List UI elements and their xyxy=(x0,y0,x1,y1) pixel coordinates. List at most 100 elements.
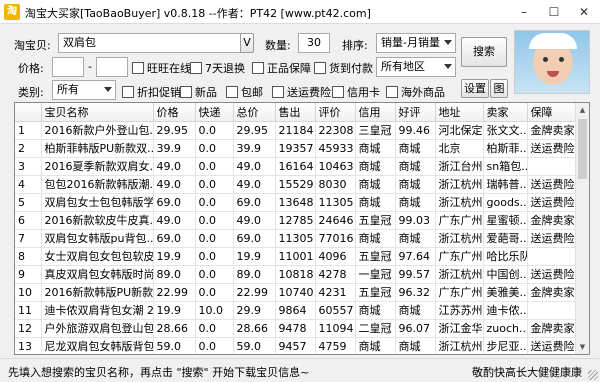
checkbox-new-product[interactable]: 新品 xyxy=(180,84,217,100)
table-cell: 0.0 xyxy=(195,247,234,266)
maximize-button[interactable]: ☐ xyxy=(538,0,570,24)
table-cell: 11094 xyxy=(315,319,356,338)
table-cell: 商城 xyxy=(395,337,436,354)
column-header[interactable]: 好评 xyxy=(395,103,436,122)
table-cell: 39.9 xyxy=(153,139,196,158)
checkbox-box[interactable] xyxy=(252,62,264,74)
table-cell: 送运费险 xyxy=(527,193,578,212)
resize-grip-icon[interactable] xyxy=(588,370,598,380)
checkbox-box[interactable] xyxy=(180,86,192,98)
checkbox-box[interactable] xyxy=(226,86,238,98)
table-cell: 15529 xyxy=(275,175,316,194)
table-row[interactable]: 12 户外旅游双肩包登山包... 28.66 0.0 28.66 9478 11094 二皇冠… xyxy=(15,319,578,338)
category-label: 类别: xyxy=(18,86,44,99)
checkbox-label: 送运费险 xyxy=(287,86,331,99)
checkbox-wangwang-online[interactable]: 旺旺在线 xyxy=(132,60,191,76)
table-cell: 浙江杭州 xyxy=(435,265,484,284)
checkbox-7day-return[interactable]: 7天退换 xyxy=(190,60,245,76)
keyword-input[interactable]: 双肩包 xyxy=(58,33,242,53)
checkbox-box[interactable] xyxy=(386,86,398,98)
table-cell: 0.0 xyxy=(195,211,234,230)
table-cell: 尼龙双肩包女韩版背包... xyxy=(41,337,154,354)
checkbox-genuine-guarantee[interactable]: 正品保障 xyxy=(252,60,311,76)
vertical-scrollbar[interactable]: ▲ ▼ xyxy=(575,103,589,354)
results-table[interactable]: 宝贝名称 价格 快递 总价 售出 评价 信用 好评 地址 卖家 保障 1 2016新款户外登山包...… xyxy=(14,102,590,355)
table-body: 1 2016新款户外登山包... 29.95 0.0 29.95 21184 22308 三皇… xyxy=(15,121,578,354)
table-cell: 19.9 xyxy=(153,301,196,320)
checkbox-cash-on-delivery[interactable]: 货到付款 xyxy=(314,60,373,76)
settings-button[interactable]: 设置 xyxy=(461,79,489,98)
checkbox-discount-promo[interactable]: 折扣促销 xyxy=(122,84,181,100)
column-header[interactable]: 保障 xyxy=(527,103,578,122)
price-max-input[interactable] xyxy=(96,57,128,77)
checkbox-box[interactable] xyxy=(332,86,344,98)
column-header[interactable]: 售出 xyxy=(275,103,316,122)
column-header[interactable]: 评价 xyxy=(315,103,356,122)
table-row[interactable]: 2 柏斯菲韩版PU新款双... 39.9 0.0 39.9 19357 45933 商城 商城北… xyxy=(15,139,578,158)
close-button[interactable]: ✕ xyxy=(568,0,600,24)
sort-select[interactable]: 销量-月销量 xyxy=(376,33,456,53)
column-header[interactable]: 信用 xyxy=(355,103,396,122)
table-row[interactable]: 5 双肩包女士包包韩版学... 69.0 0.0 69.0 13648 11305 商城 商城浙… xyxy=(15,193,578,212)
table-row[interactable]: 3 2016夏季新款双肩女... 49.0 0.0 49.0 16164 10463 商城 商城… xyxy=(15,157,578,176)
table-cell: 22.99 xyxy=(153,283,196,302)
checkbox-credit-card[interactable]: 信用卡 xyxy=(332,84,380,100)
table-cell: zuoch... xyxy=(483,319,528,338)
checkbox-label: 旺旺在线 xyxy=(147,62,191,75)
keyword-history-button[interactable]: V xyxy=(240,33,254,53)
price-min-input[interactable] xyxy=(52,57,84,77)
table-row[interactable]: 7 双肩包女韩版pu背包... 69.0 0.0 69.0 11305 77016 商城 商城浙… xyxy=(15,229,578,248)
table-cell: 9457 xyxy=(275,337,316,354)
table-row[interactable]: 6 2016新款软皮牛皮真... 49.0 0.0 49.0 12785 24646 五皇冠 9… xyxy=(15,211,578,230)
table-cell: 0.0 xyxy=(195,139,234,158)
table-cell: 哈比乐队 xyxy=(483,247,528,266)
minimize-button[interactable]: – xyxy=(508,0,540,24)
table-row[interactable]: 13 尼龙双肩包女韩版背包... 59.0 0.0 59.0 9457 4759 商城 商城 浙江… xyxy=(15,337,578,354)
column-header[interactable]: 快递 xyxy=(195,103,234,122)
count-label: 数量: xyxy=(265,39,291,52)
table-cell: 浙江杭州 xyxy=(435,337,484,354)
column-header[interactable]: 价格 xyxy=(153,103,196,122)
checkbox-overseas[interactable]: 海外商品 xyxy=(386,84,445,100)
table-cell: 2016新款软皮牛皮真... xyxy=(41,211,154,230)
column-header[interactable] xyxy=(15,103,42,122)
table-cell: 0.0 xyxy=(195,157,234,176)
scroll-up-icon[interactable]: ▲ xyxy=(576,103,589,117)
column-header[interactable]: 地址 xyxy=(435,103,484,122)
region-select[interactable]: 所有地区 xyxy=(376,57,456,77)
checkbox-box[interactable] xyxy=(122,86,134,98)
table-cell: 0.0 xyxy=(195,337,234,354)
table-cell: 商城 xyxy=(395,229,436,248)
table-row[interactable]: 102016新款韩版PU新款双...22.990.022.99107404231… xyxy=(15,283,578,302)
table-row[interactable]: 1 2016新款户外登山包... 29.95 0.0 29.95 21184 22308 三皇… xyxy=(15,121,578,140)
search-button[interactable]: 搜索 xyxy=(461,37,507,67)
checkbox-box[interactable] xyxy=(272,86,284,98)
table-row[interactable]: 4 包包2016新款韩版潮... 49.0 0.0 49.0 15529 8030 商城 商城浙… xyxy=(15,175,578,194)
table-cell: 11 xyxy=(15,301,42,320)
scroll-down-icon[interactable]: ▼ xyxy=(576,340,589,354)
table-cell: 二皇冠 xyxy=(355,319,396,338)
table-cell: 一皇冠 xyxy=(355,265,396,284)
checkbox-box[interactable] xyxy=(190,62,202,74)
column-header[interactable]: 卖家 xyxy=(483,103,528,122)
checkbox-shipping-insurance[interactable]: 送运费险 xyxy=(272,84,331,100)
table-cell: 19.9 xyxy=(233,247,276,266)
checkbox-free-shipping[interactable]: 包邮 xyxy=(226,84,263,100)
image-button[interactable]: 图 xyxy=(490,79,508,98)
checkbox-box[interactable] xyxy=(314,62,326,74)
table-row[interactable]: 9 真皮双肩包女韩版时尚... 89.0 0.0 89.0 10818 4278 一皇冠 99.… xyxy=(15,265,578,284)
category-select[interactable]: 所有 xyxy=(52,80,116,100)
column-header[interactable]: 总价 xyxy=(233,103,276,122)
table-row[interactable]: 8 女士双肩包女包包软皮... 19.9 0.0 19.9 11001 4096 五皇冠 97.… xyxy=(15,247,578,266)
scrollbar-thumb[interactable] xyxy=(578,119,587,179)
count-input[interactable]: 30 xyxy=(298,33,330,53)
checkbox-box[interactable] xyxy=(132,62,144,74)
table-cell: 2016新款户外登山包... xyxy=(41,121,154,140)
table-cell: 89.0 xyxy=(153,265,196,284)
column-header[interactable]: 宝贝名称 xyxy=(41,103,154,122)
chevron-down-icon xyxy=(104,87,112,92)
table-cell: 29.95 xyxy=(233,121,276,140)
table-cell: 广东广州 xyxy=(435,283,484,302)
table-row[interactable]: 11 迪卡侬双肩背包女潮 2... 19.9 10.0 29.9 9864 60557 商城商… xyxy=(15,301,578,320)
table-cell: 户外旅游双肩包登山包... xyxy=(41,319,154,338)
